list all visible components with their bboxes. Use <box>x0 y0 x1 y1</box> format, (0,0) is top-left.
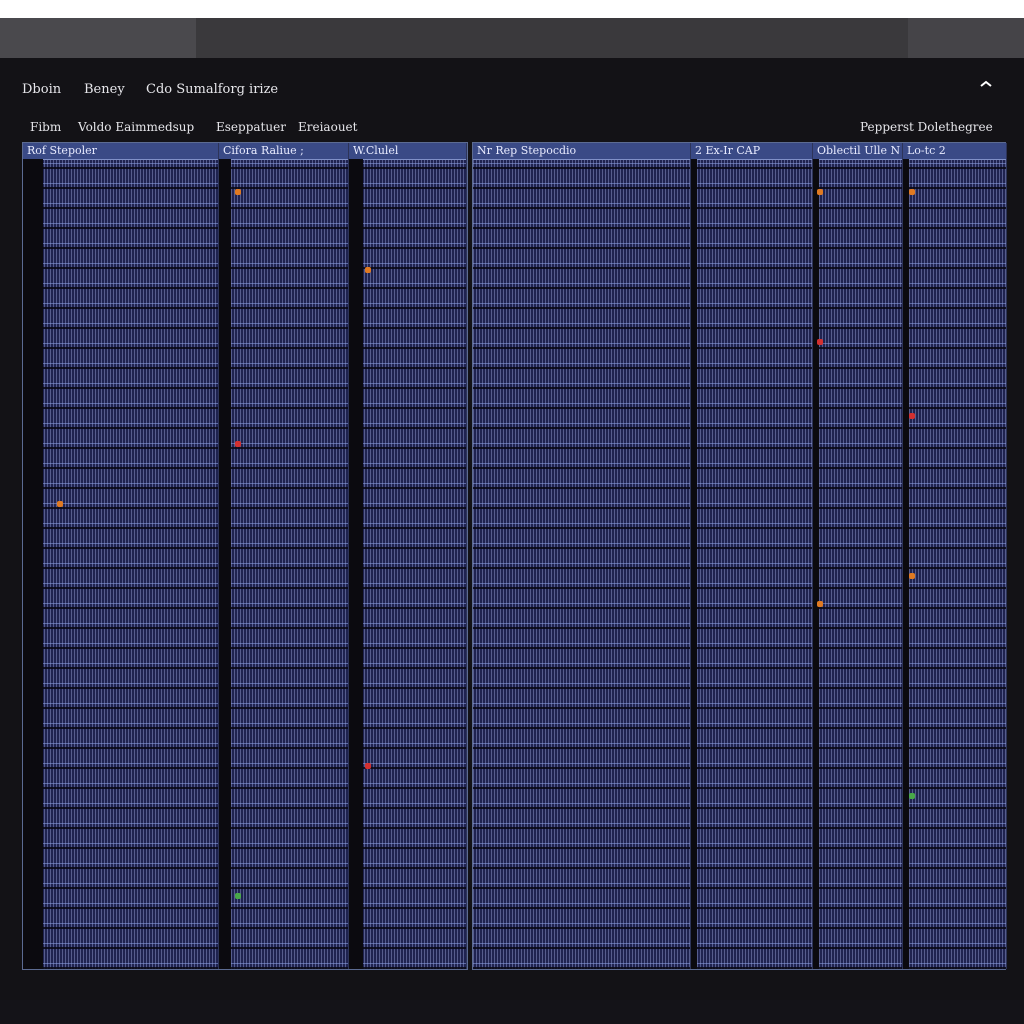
tool-export[interactable]: Eseppatuer <box>216 120 286 134</box>
grid-column[interactable]: Lo-tc 2 <box>903 143 1007 969</box>
column-divider <box>813 159 819 969</box>
title-bar <box>0 18 1024 58</box>
column-header[interactable]: 2 Ex-Ir CAP <box>691 143 812 160</box>
menu-item-dboin[interactable]: Dboin <box>22 82 61 97</box>
tool-refresh[interactable]: Ereiaouet <box>298 120 357 134</box>
status-marker <box>817 601 823 607</box>
status-marker <box>235 189 241 195</box>
column-header[interactable]: Rof Stepoler <box>23 143 218 160</box>
left-data-grid[interactable]: Rof Stepoler Cifora Raliue ; W.Clulel <box>22 142 468 970</box>
right-data-grid[interactable]: Nr Rep Stepocdio 2 Ex-Ir CAP Oblectil Ul… <box>472 142 1007 970</box>
menu-item-beney[interactable]: Beney <box>84 82 125 97</box>
tool-filter[interactable]: Fibm <box>30 120 61 134</box>
status-marker <box>817 189 823 195</box>
row-gutter <box>23 159 43 969</box>
grid-column[interactable]: Nr Rep Stepocdio <box>473 143 691 969</box>
tool-properties[interactable]: Pepperst Dolethegree <box>860 120 993 134</box>
title-bar-controls[interactable] <box>908 18 1024 58</box>
status-marker <box>909 413 915 419</box>
title-tab[interactable] <box>0 18 196 58</box>
column-header[interactable]: Cifora Raliue ; <box>219 143 348 160</box>
status-marker <box>235 893 241 899</box>
grid-column[interactable]: Oblectil Ulle N <box>813 143 903 969</box>
app-window: Dboin Beney Cdo Sumalforg irize Fibm Vol… <box>0 18 1024 1024</box>
grid-column[interactable]: Rof Stepoler <box>23 143 219 969</box>
status-marker <box>365 267 371 273</box>
status-marker <box>235 441 241 447</box>
status-marker <box>909 189 915 195</box>
column-header[interactable]: Lo-tc 2 <box>903 143 1006 160</box>
status-marker <box>909 793 915 799</box>
column-divider <box>903 159 909 969</box>
column-header[interactable]: Oblectil Ulle N <box>813 143 902 160</box>
status-marker <box>817 339 823 345</box>
column-divider <box>219 159 231 969</box>
status-bar <box>0 1000 1024 1024</box>
status-marker <box>57 501 63 507</box>
column-divider <box>691 159 697 969</box>
column-divider <box>349 159 363 969</box>
toolbar: Fibm Voldo Eaimmedsup Eseppatuer Ereiaou… <box>0 116 1024 140</box>
column-header[interactable]: Nr Rep Stepocdio <box>473 143 690 160</box>
grid-column[interactable]: Cifora Raliue ; <box>219 143 349 969</box>
grid-column[interactable]: 2 Ex-Ir CAP <box>691 143 813 969</box>
close-icon[interactable] <box>976 78 996 98</box>
status-marker <box>909 573 915 579</box>
tool-view[interactable]: Voldo Eaimmedsup <box>78 120 194 134</box>
status-marker <box>365 763 371 769</box>
column-header[interactable]: W.Clulel <box>349 143 466 160</box>
menu-bar: Dboin Beney Cdo Sumalforg irize <box>0 76 1024 106</box>
menu-item-summary[interactable]: Cdo Sumalforg irize <box>146 82 278 97</box>
